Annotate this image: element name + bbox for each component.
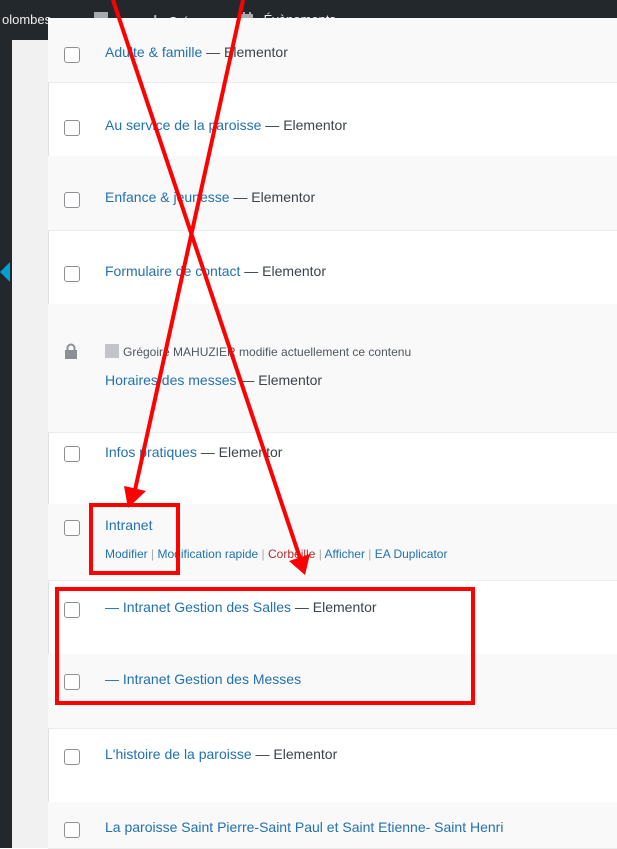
trash-link[interactable]: Corbeille bbox=[268, 547, 315, 561]
page-title-link[interactable]: Infos pratiques — Elementor bbox=[105, 444, 282, 460]
list-item: Grégoire MAHUZIER modifie actuellement c… bbox=[48, 304, 617, 433]
page-title-link[interactable]: L'histoire de la paroisse — Elementor bbox=[105, 746, 337, 762]
row-checkbox[interactable] bbox=[64, 822, 80, 838]
row-checkbox[interactable] bbox=[64, 120, 80, 136]
page-title-link[interactable]: Enfance & jeunesse — Elementor bbox=[105, 189, 315, 205]
row-checkbox[interactable] bbox=[64, 266, 80, 282]
avatar bbox=[105, 344, 119, 358]
duplicate-link[interactable]: EA Duplicator bbox=[375, 547, 448, 561]
list-item: Infos pratiques — Elementor bbox=[48, 432, 617, 505]
annotation-box-children bbox=[55, 587, 475, 705]
view-link[interactable]: Afficher bbox=[325, 547, 365, 561]
admin-menu-edge bbox=[0, 40, 12, 848]
page-title-link[interactable]: Adulte & famille — Elementor bbox=[105, 44, 288, 60]
list-item: Enfance & jeunesse — Elementor bbox=[48, 156, 617, 231]
list-item: La paroisse Saint Pierre-Saint Paul et S… bbox=[48, 802, 617, 849]
page-title-link[interactable]: Horaires des messes — Elementor bbox=[105, 372, 322, 388]
row-checkbox[interactable] bbox=[64, 446, 80, 462]
annotation-box-intranet bbox=[89, 503, 180, 575]
lock-icon bbox=[65, 343, 77, 359]
row-checkbox[interactable] bbox=[64, 749, 80, 765]
page-title-link[interactable]: Formulaire de contact — Elementor bbox=[105, 263, 326, 279]
page-title-link[interactable]: Au service de la paroisse — Elementor bbox=[105, 117, 347, 133]
row-checkbox[interactable] bbox=[64, 192, 80, 208]
row-checkbox[interactable] bbox=[64, 520, 80, 536]
list-item: Adulte & famille — Elementor bbox=[48, 18, 617, 83]
site-name-link[interactable]: olombes bbox=[2, 0, 51, 40]
list-item: L'histoire de la paroisse — Elementor bbox=[48, 728, 617, 803]
page-title-link[interactable]: La paroisse Saint Pierre-Saint Paul et S… bbox=[105, 819, 503, 835]
lock-message: Grégoire MAHUZIER modifie actuellement c… bbox=[105, 344, 411, 359]
collapse-arrow-icon[interactable] bbox=[0, 262, 10, 282]
content-gutter bbox=[12, 40, 49, 848]
row-checkbox[interactable] bbox=[64, 47, 80, 63]
list-item: Formulaire de contact — Elementor bbox=[48, 230, 617, 305]
list-item: Au service de la paroisse — Elementor bbox=[48, 82, 617, 157]
